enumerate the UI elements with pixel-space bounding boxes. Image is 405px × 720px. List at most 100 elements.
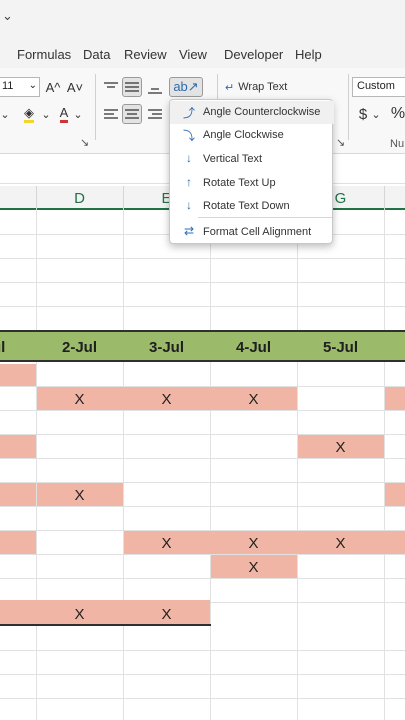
group-divider	[348, 74, 349, 140]
grow-font-button[interactable]: A^	[44, 78, 62, 96]
task-cell[interactable]	[0, 364, 36, 386]
tab-developer[interactable]: Developer	[224, 47, 283, 62]
rotate-text-down-icon: ↓	[186, 198, 192, 212]
top-align-icon	[104, 82, 118, 88]
menu-item-vertical-text[interactable]: ↓ Vertical Text	[170, 148, 334, 171]
menu-item-angle-clockwise[interactable]: ⤵ Angle Clockwise	[170, 124, 334, 147]
task-cell[interactable]	[0, 531, 36, 554]
font-dialog-launcher-icon[interactable]: ↘	[80, 136, 89, 149]
menu-divider	[198, 217, 332, 218]
top-align-button[interactable]	[102, 78, 120, 96]
align-right-button[interactable]	[146, 105, 164, 123]
task-cell[interactable]	[0, 483, 36, 506]
center-button[interactable]	[122, 104, 142, 124]
date-header-cell[interactable]: ul	[0, 339, 28, 356]
tab-view[interactable]: View	[179, 47, 207, 62]
date-header-cell[interactable]: 4-Jul	[210, 339, 297, 356]
wrap-text-button[interactable]: ↵ Wrap Text	[225, 78, 297, 96]
grid-line	[36, 210, 37, 720]
number-format-value: Custom	[357, 80, 395, 92]
percent-button[interactable]: %	[390, 104, 405, 124]
tab-data[interactable]: Data	[83, 47, 110, 62]
x-mark: X	[335, 439, 346, 456]
fill-color-button[interactable]: ◈	[18, 104, 40, 124]
middle-align-icon	[125, 82, 139, 92]
x-mark: X	[161, 391, 172, 408]
menu-item-format-cell-alignment[interactable]: ⇄ Format Cell Alignment	[170, 221, 334, 244]
menu-item-label: Rotate Text Down	[203, 200, 290, 212]
number-format-field[interactable]: Custom	[352, 77, 405, 97]
align-left-button[interactable]	[102, 105, 120, 123]
rotate-text-up-icon: ↑	[186, 175, 192, 189]
menu-item-label: Angle Counterclockwise	[203, 106, 321, 118]
grid-line	[210, 210, 211, 720]
shrink-font-button[interactable]: A˅	[66, 78, 84, 96]
shrink-font-icon: A˅	[66, 79, 84, 95]
tab-help[interactable]: Help	[295, 47, 322, 62]
table-bottom-border	[0, 624, 211, 626]
collapse-chevron-icon[interactable]: ⌄	[2, 8, 13, 24]
currency-dropdown-icon[interactable]: ⌄	[371, 105, 381, 123]
menu-item-label: Angle Clockwise	[203, 129, 284, 141]
ribbon-tabs: Formulas Data Review View Developer Help	[0, 44, 405, 68]
orientation-menu: ⤴ Angle Counterclockwise ⤵ Angle Clockwi…	[169, 99, 334, 244]
grid-line	[0, 554, 405, 555]
chevron-down-icon: ⌄	[28, 80, 37, 91]
wrap-text-label: Wrap Text	[238, 81, 288, 93]
font-color-icon: A	[59, 105, 69, 123]
grid-line	[0, 650, 405, 651]
angle-counterclockwise-icon: ⤴	[182, 106, 195, 120]
grid-line	[0, 258, 405, 259]
currency-button[interactable]: $	[356, 105, 370, 123]
x-mark: X	[248, 535, 259, 552]
x-mark: X	[248, 391, 259, 408]
date-header-cell[interactable]: 5-Jul	[297, 339, 384, 356]
worksheet-grid[interactable]: ul 2-Jul 3-Jul 4-Jul 5-Jul X X X X X X X…	[0, 210, 405, 720]
x-mark: X	[74, 606, 85, 623]
x-mark: X	[74, 391, 85, 408]
x-mark: X	[161, 535, 172, 552]
grid-line	[0, 578, 405, 579]
font-color-button[interactable]: A	[56, 104, 72, 124]
alignment-dialog-launcher-icon[interactable]: ↘	[336, 136, 345, 149]
task-cell[interactable]	[385, 387, 405, 410]
angle-clockwise-icon: ⤵	[182, 129, 195, 143]
title-bar: ⌄	[0, 0, 405, 44]
grid-line	[0, 674, 405, 675]
grid-line	[0, 458, 405, 459]
x-mark: X	[161, 606, 172, 623]
menu-item-rotate-text-up[interactable]: ↑ Rotate Text Up	[170, 172, 334, 195]
x-mark: X	[335, 535, 346, 552]
wrap-text-icon: ↵	[225, 81, 235, 94]
font-size-field[interactable]: 11 ⌄	[0, 77, 40, 97]
grid-line	[297, 210, 298, 720]
grid-line	[0, 410, 405, 411]
grid-line	[0, 506, 405, 507]
task-cell[interactable]	[385, 483, 405, 506]
date-header-cell[interactable]: 2-Jul	[36, 339, 123, 356]
task-cell[interactable]	[0, 435, 36, 458]
align-right-icon	[148, 109, 162, 119]
date-header-cell[interactable]: 3-Jul	[123, 339, 210, 356]
grid-line	[384, 210, 385, 720]
center-icon	[125, 109, 139, 119]
fill-color-icon: ◈	[24, 105, 34, 123]
grow-font-icon: A^	[45, 79, 61, 95]
grid-line	[123, 210, 124, 720]
bottom-align-icon	[148, 88, 162, 94]
bottom-align-button[interactable]	[146, 80, 164, 98]
tab-review[interactable]: Review	[124, 47, 167, 62]
orientation-button[interactable]: ab↗	[169, 77, 203, 97]
menu-item-label: Rotate Text Up	[203, 177, 276, 189]
middle-align-button[interactable]	[122, 77, 142, 97]
tab-formulas[interactable]: Formulas	[17, 47, 71, 62]
fill-color-dropdown-icon[interactable]: ⌄	[41, 105, 51, 123]
dropdown-arrow-icon[interactable]: ⌄	[0, 105, 10, 123]
align-left-icon	[104, 109, 118, 119]
menu-item-angle-counterclockwise[interactable]: ⤴ Angle Counterclockwise	[170, 101, 334, 124]
column-header-d[interactable]: D	[36, 190, 123, 207]
menu-item-label: Format Cell Alignment	[203, 226, 312, 238]
font-color-dropdown-icon[interactable]: ⌄	[73, 105, 83, 123]
menu-item-label: Vertical Text	[203, 153, 263, 165]
menu-item-rotate-text-down[interactable]: ↓ Rotate Text Down	[170, 195, 334, 218]
